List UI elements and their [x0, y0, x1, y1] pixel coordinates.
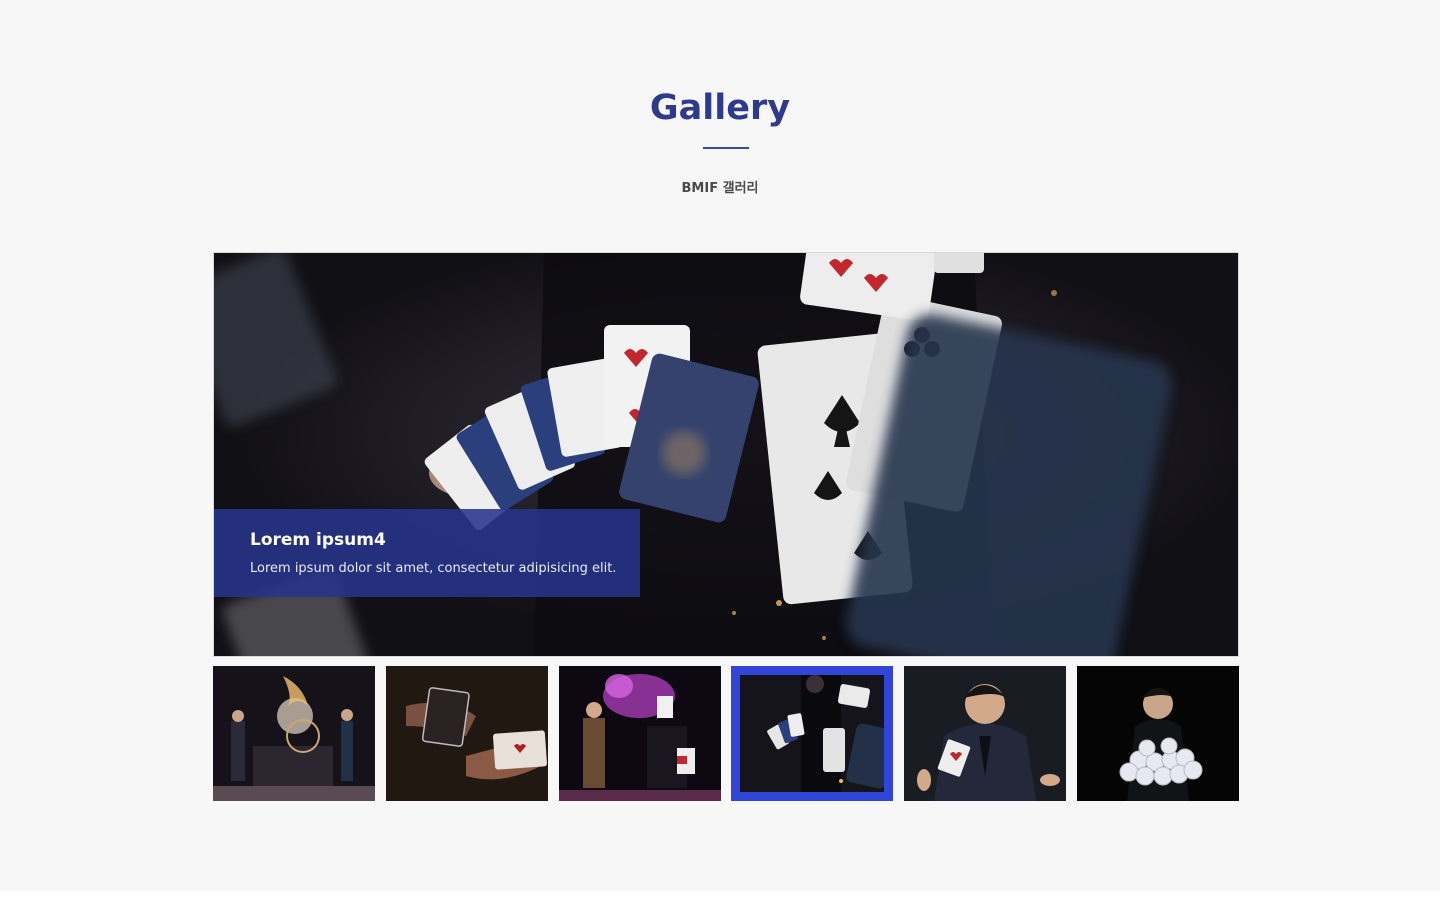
- slide-caption-text: Lorem ipsum dolor sit amet, consectetur …: [250, 561, 617, 576]
- thumbnail-2[interactable]: [386, 666, 548, 801]
- slide-caption: Lorem ipsum4 Lorem ipsum dolor sit amet,…: [214, 509, 640, 597]
- thumbnail-4-active[interactable]: [731, 666, 893, 801]
- title-divider: [703, 147, 749, 149]
- thumbnail-1[interactable]: [213, 666, 375, 801]
- thumbnail-5[interactable]: [904, 666, 1066, 801]
- thumbnail-6[interactable]: [1077, 666, 1239, 801]
- main-slide-viewer[interactable]: Lorem ipsum4 Lorem ipsum dolor sit amet,…: [213, 252, 1239, 657]
- thumbnail-strip: [213, 666, 1239, 801]
- gallery-section: Gallery BMIF 갤러리 Lorem ipsum4 Lorem ipsu…: [0, 0, 1440, 891]
- thumbnail-3[interactable]: [559, 666, 721, 801]
- section-subtitle: BMIF 갤러리: [681, 181, 759, 196]
- section-title: Gallery: [649, 88, 791, 128]
- slide-caption-title: Lorem ipsum4: [250, 530, 386, 550]
